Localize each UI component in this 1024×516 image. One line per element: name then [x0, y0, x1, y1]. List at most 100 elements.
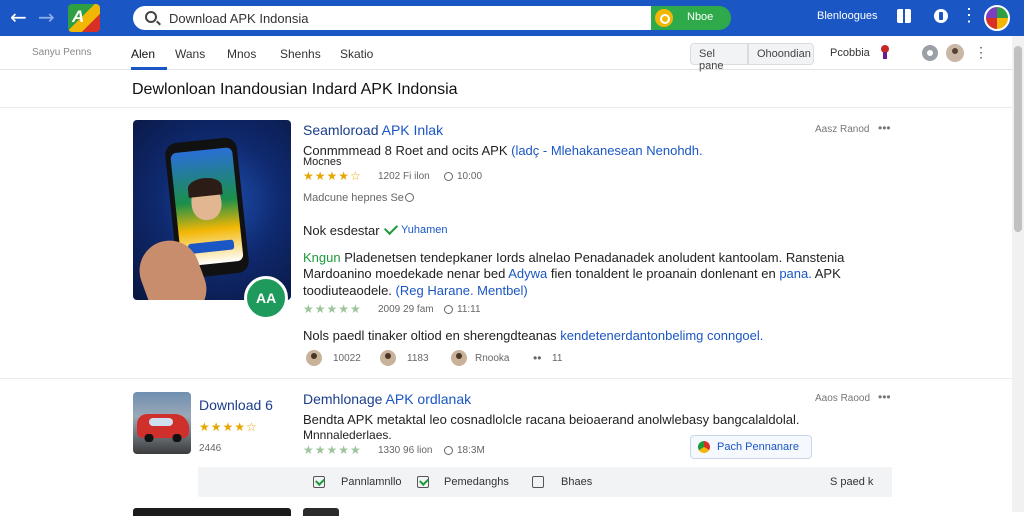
result-meta: Aaos Raood	[815, 393, 871, 404]
result-title[interactable]: Seamloroad APK Inlak	[303, 122, 443, 138]
segment-button-left[interactable]: Sel pane	[690, 43, 748, 72]
timestamp: 18:3M	[457, 445, 485, 456]
rating-count: 1202 Fi ilon	[378, 171, 430, 182]
user-avatar[interactable]	[984, 5, 1010, 31]
app-badge-icon: AA	[244, 276, 288, 320]
app-thumbnail[interactable]	[133, 120, 291, 300]
checkbox[interactable]	[532, 476, 544, 488]
more-horizontal-icon[interactable]: •••	[878, 121, 891, 135]
rating-stars: ★★★★★	[303, 302, 362, 316]
thumbnail-title[interactable]: Download 6	[199, 397, 273, 413]
result-subline: Mocnes	[303, 156, 342, 168]
meta-text: Madcune hepnes Se	[303, 192, 404, 204]
app-thumbnail[interactable]	[133, 508, 291, 516]
checkbox-label: Bhaes	[561, 476, 593, 488]
reviewer-avatar[interactable]	[380, 350, 396, 366]
text-link[interactable]: (Reg Harane. Mentbel)	[396, 283, 528, 298]
checkbox-label: Pannlamnllo	[341, 476, 402, 488]
nav-brand[interactable]: Sanyu Penns	[32, 47, 92, 58]
page-title: Dewlonloan Inandousian Indard APK Indons…	[132, 81, 458, 98]
search-input[interactable]	[169, 9, 639, 27]
back-arrow-icon[interactable]: ←	[10, 6, 27, 28]
text-part: fien tonaldent le proanain donlenant en	[550, 266, 780, 281]
title-accent: APK ordlanak	[385, 391, 472, 407]
chrome-icon	[698, 441, 710, 453]
app-thumbnail[interactable]	[133, 392, 191, 454]
timestamp: 10:00	[457, 171, 483, 182]
checkbox[interactable]	[313, 476, 325, 488]
reviewer-label: 1183	[407, 353, 429, 364]
summary-line: Nols paedl tinaker oltiod en sherengdtea…	[303, 328, 763, 343]
person-face	[189, 182, 224, 222]
more-vertical-icon[interactable]: ⋮	[974, 44, 988, 61]
nav-avatar[interactable]	[946, 44, 964, 62]
app-thumbnail[interactable]	[303, 508, 339, 516]
tab-mnos[interactable]: Mnos	[227, 47, 256, 61]
title-part: Seamloroad	[303, 122, 382, 138]
text-link[interactable]: kendetenerdantonbelimg conngoel.	[560, 328, 763, 343]
rating-count: 2446	[199, 443, 222, 454]
text-part: toodiuteaodele.	[303, 283, 396, 298]
reviewer-label: 10022	[333, 353, 361, 364]
forward-arrow-icon[interactable]: →	[38, 6, 55, 28]
language-selector[interactable]: Blenloogues	[817, 10, 878, 22]
text-link[interactable]: (ladç - Mlehakanesean Nenohdh.	[511, 143, 703, 158]
reviewer-avatar[interactable]	[451, 350, 467, 366]
text-part: Nols paedl tinaker oltiod en sherengdtea…	[303, 328, 561, 343]
search-box	[133, 6, 651, 30]
title-part: Demhlonage	[303, 391, 386, 407]
phone-button-bar	[187, 239, 235, 255]
settings-icon[interactable]	[922, 45, 938, 61]
text-part: Kngun	[303, 250, 345, 265]
clock-icon	[444, 446, 453, 455]
text-link[interactable]: Adywa	[508, 266, 551, 281]
rating-stars: ★★★★★	[303, 443, 362, 457]
divider	[0, 107, 1012, 108]
info-circle-icon	[405, 193, 414, 202]
pin-icon[interactable]	[880, 45, 890, 59]
text-part: Mardoanino moedekade nenar bed	[303, 266, 509, 281]
info-icon[interactable]	[934, 9, 948, 23]
result-line: Conmmmead 8 Roet and ocits APK (ladç - M…	[303, 143, 703, 158]
result-line: Bendta APK metaktal leo cosnadlolcle rac…	[303, 412, 800, 427]
result-subline: Mnnnalederlaes.	[303, 428, 392, 442]
checkbox[interactable]	[417, 476, 429, 488]
search-button-label: Nboe	[687, 11, 714, 23]
check-icon	[383, 220, 399, 236]
tab-skatio[interactable]: Skatio	[340, 47, 373, 61]
active-tab-indicator	[131, 67, 167, 70]
search-button[interactable]: Nboe	[651, 6, 731, 30]
gift-icon[interactable]	[897, 6, 911, 23]
text-link[interactable]: pana.	[779, 266, 814, 281]
tab-shenhs[interactable]: Shenhs	[280, 47, 321, 61]
segment-button-right[interactable]: Ohoondian	[748, 43, 814, 65]
reviewer-label: Rnooka	[475, 353, 510, 364]
app-logo[interactable]: A	[68, 4, 100, 32]
result-meta: Aasz Ranod	[815, 124, 870, 135]
tab-alen[interactable]: Alen	[131, 47, 155, 61]
more-count: 11	[552, 353, 563, 364]
rating-stars: ★★★★☆	[199, 420, 258, 434]
label-tag[interactable]: Yuhamen	[401, 224, 447, 236]
more-horizontal-icon[interactable]: ••	[533, 351, 541, 365]
description-line: Mardoanino moedekade nenar bed Adywa fie…	[303, 266, 841, 281]
reviewer-avatar[interactable]	[306, 350, 322, 366]
rating-count: 2009 29 fam	[378, 304, 434, 315]
checkbox-label: Pemedanghs	[444, 476, 509, 488]
text-part: APK	[814, 266, 841, 281]
rating-count: 1330 96 lion	[378, 445, 433, 456]
panel-right-label[interactable]: S paed k	[830, 476, 873, 488]
clock-icon	[444, 305, 453, 314]
nav-right-label[interactable]: Pcobbia	[830, 47, 870, 59]
scrollbar-thumb[interactable]	[1014, 46, 1022, 232]
filter-panel	[198, 467, 892, 497]
badge-letters: AA	[256, 290, 277, 306]
tab-wans[interactable]: Wans	[175, 47, 205, 61]
timestamp: 11:11	[457, 304, 481, 315]
more-vertical-icon[interactable]: ⋮	[960, 6, 978, 24]
divider	[0, 378, 1012, 379]
text-part: Pladenetsen tendepkaner Iords alnelao Pe…	[344, 250, 845, 265]
more-horizontal-icon[interactable]: •••	[878, 390, 891, 404]
nav-bar: Sanyu Penns Alen Wans Mnos Shenhs Skatio…	[0, 36, 1024, 72]
result-title[interactable]: Demhlonage APK ordlanak	[303, 391, 471, 407]
